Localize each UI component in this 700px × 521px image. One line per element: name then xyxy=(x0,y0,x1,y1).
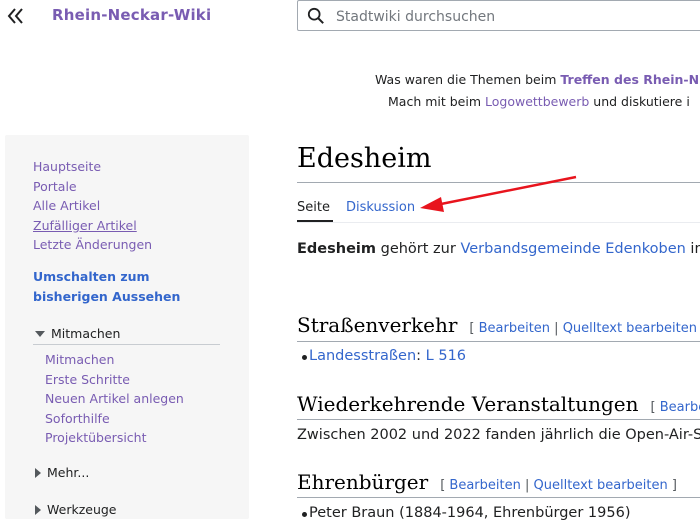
werkzeuge-section-toggle[interactable]: Werkzeuge xyxy=(35,502,117,517)
tab-diskussion[interactable]: Diskussion xyxy=(346,200,415,215)
search-input[interactable] xyxy=(334,5,698,29)
section-edit-links: [ Bearbeiten xyxy=(651,400,700,415)
edit-section-button[interactable]: Bearbeiten xyxy=(660,400,700,415)
sidebar-item-hauptseite[interactable]: Hauptseite xyxy=(33,159,101,174)
chevron-right-icon xyxy=(35,505,41,515)
mehr-section-toggle[interactable]: Mehr... xyxy=(35,465,89,480)
search-icon xyxy=(307,7,325,25)
mitmachen-section-toggle[interactable]: Mitmachen xyxy=(35,326,120,341)
paragraph: Zwischen 2002 und 2022 fanden jährlich d… xyxy=(297,427,700,443)
sidebar-item-neuen-artikel-anlegen[interactable]: Neuen Artikel anlegen xyxy=(45,391,184,406)
edit-section-button[interactable]: Bearbeiten xyxy=(479,321,550,336)
sidebar-item-alle-artikel[interactable]: Alle Artikel xyxy=(33,198,100,213)
double-chevron-left-icon xyxy=(4,4,28,28)
site-title[interactable]: Rhein-Neckar-Wiki xyxy=(52,6,211,24)
section-divider xyxy=(33,344,220,345)
lead-bold-title: Edesheim xyxy=(297,241,376,257)
site-notice-line-1: Was waren die Themen beim Treffen des Rh… xyxy=(375,72,700,87)
section-edit-links: [ Bearbeiten | Quelltext bearbeiten ] xyxy=(469,321,700,336)
sidebar-item-portale[interactable]: Portale xyxy=(33,179,77,194)
edit-source-button[interactable]: Quelltext bearbeiten xyxy=(563,321,697,336)
sidebar-item-mitmachen[interactable]: Mitmachen xyxy=(45,352,114,367)
section-divider xyxy=(297,419,700,420)
section-heading-text: Straßenverkehr xyxy=(297,313,457,337)
landesstrassen-link[interactable]: Landesstraßen xyxy=(309,348,416,364)
list-item: Landesstraßen: L 516 xyxy=(309,348,466,364)
edit-section-button[interactable]: Bearbeiten xyxy=(449,478,520,493)
switch-skin-line-2: bisherigen Aussehen xyxy=(33,287,180,307)
notice-logo-contest-link[interactable]: Logowettbewerb xyxy=(485,94,589,109)
switch-skin-line-1: Umschalten zum xyxy=(33,267,180,287)
lead-text: im xyxy=(686,241,700,257)
chevron-right-icon xyxy=(35,468,41,478)
tab-seite[interactable]: Seite xyxy=(297,200,330,215)
notice-text: Mach mit beim xyxy=(388,94,485,109)
section-heading-text: Wiederkehrende Veranstaltungen xyxy=(297,392,639,416)
sidebar-item-projektuebersicht[interactable]: Projektübersicht xyxy=(45,430,147,445)
sidebar: Hauptseite Portale Alle Artikel Zufällig… xyxy=(5,135,249,519)
l516-link[interactable]: L 516 xyxy=(426,348,466,364)
section-heading-ehrenbuerger: Ehrenbürger [ Bearbeiten | Quelltext bea… xyxy=(297,470,677,494)
chevron-down-icon xyxy=(35,331,45,337)
mitmachen-section-label: Mitmachen xyxy=(51,326,120,341)
edit-source-button[interactable]: Quelltext bearbeiten xyxy=(534,478,668,493)
section-heading-veranstaltungen: Wiederkehrende Veranstaltungen [ Bearbei… xyxy=(297,392,700,416)
notice-text: Was waren die Themen beim xyxy=(375,72,560,87)
tabs-divider xyxy=(297,222,700,223)
sidebar-item-zufaelliger-artikel[interactable]: Zufälliger Artikel xyxy=(33,218,137,233)
page-title: Edesheim xyxy=(297,143,431,174)
separator-text: : xyxy=(416,348,426,364)
section-heading-text: Ehrenbürger xyxy=(297,470,428,494)
search-box[interactable] xyxy=(297,0,700,31)
title-divider xyxy=(297,182,700,183)
verbandsgemeinde-link[interactable]: Verbandsgemeinde Edenkoben xyxy=(460,241,685,257)
lead-paragraph: Edesheim gehört zur Verbandsgemeinde Ede… xyxy=(297,241,700,257)
sidebar-item-soforthilfe[interactable]: Soforthilfe xyxy=(45,411,110,426)
lead-text: gehört zur xyxy=(376,241,460,257)
notice-meeting-link[interactable]: Treffen des Rhein-N xyxy=(560,72,699,87)
section-divider xyxy=(297,497,700,498)
sidebar-collapse-button[interactable] xyxy=(4,4,28,28)
sidebar-item-erste-schritte[interactable]: Erste Schritte xyxy=(45,372,130,387)
section-heading-strassenverkehr: Straßenverkehr [ Bearbeiten | Quelltext … xyxy=(297,313,700,337)
section-divider xyxy=(297,341,700,342)
werkzeuge-section-label: Werkzeuge xyxy=(47,502,117,517)
sidebar-item-letzte-aenderungen[interactable]: Letzte Änderungen xyxy=(33,237,152,252)
mehr-section-label: Mehr... xyxy=(47,465,89,480)
site-notice-line-2: Mach mit beim Logowettbewerb und diskuti… xyxy=(388,94,700,109)
switch-skin-link[interactable]: Umschalten zum bisherigen Aussehen xyxy=(33,267,180,306)
section-edit-links: [ Bearbeiten | Quelltext bearbeiten ] xyxy=(440,478,677,493)
notice-text: und diskutiere i xyxy=(589,94,690,109)
